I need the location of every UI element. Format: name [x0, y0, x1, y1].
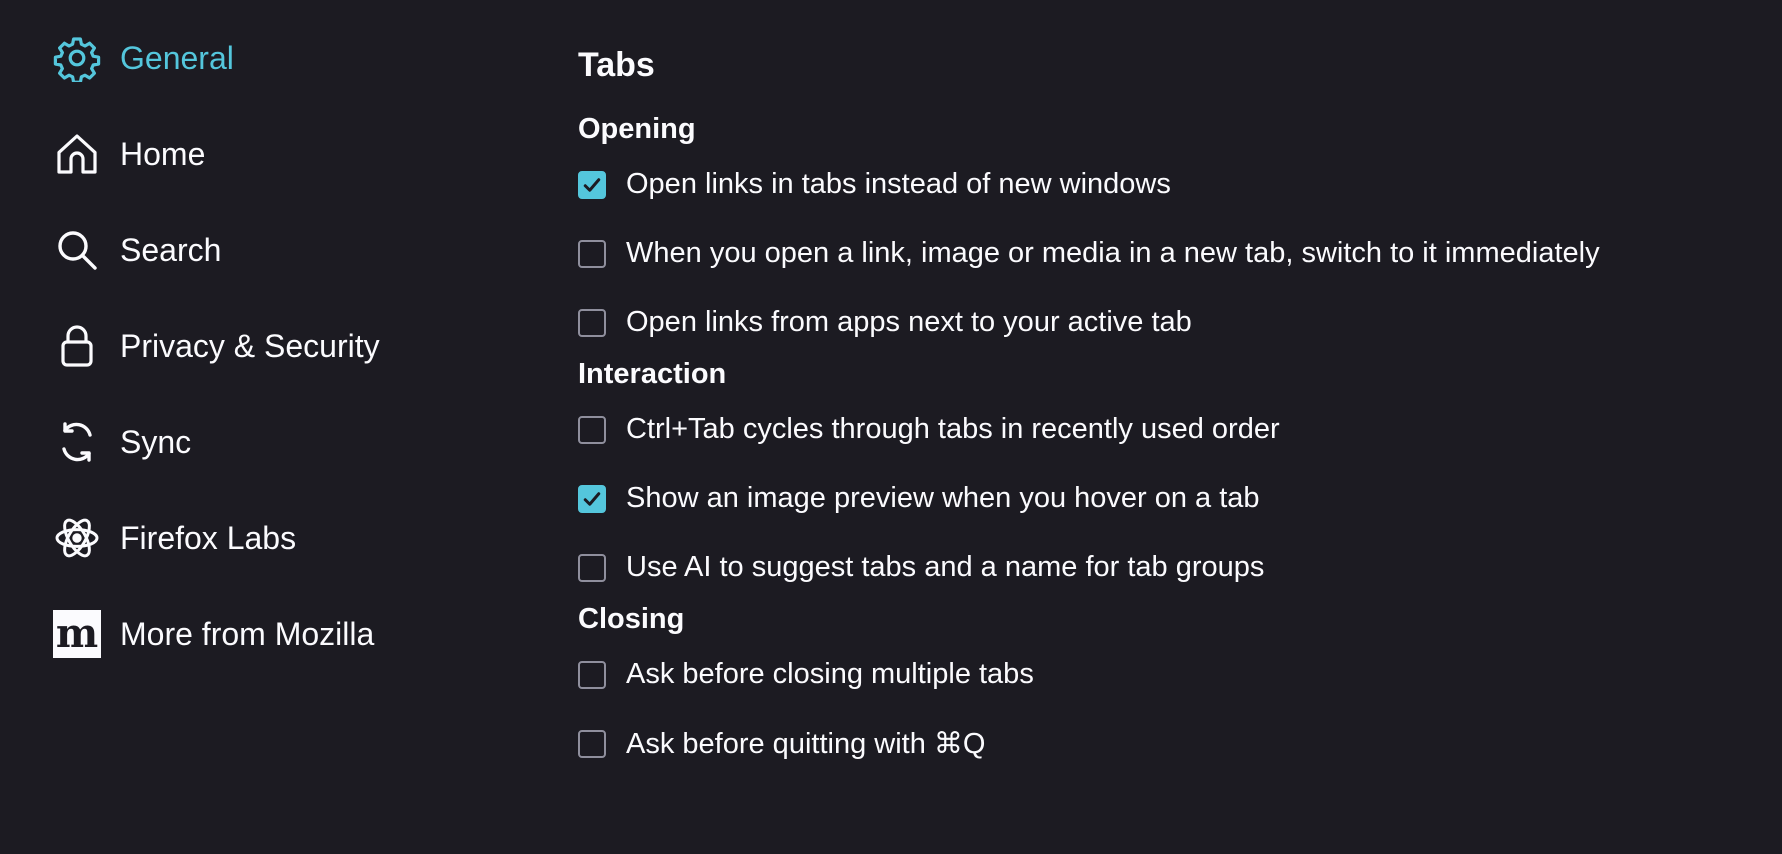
option-ask-closing-multiple-tabs[interactable]: Ask before closing multiple tabs [578, 640, 1738, 709]
section-closing: Closing Ask before closing multiple tabs… [578, 598, 1738, 778]
option-label: Use AI to suggest tabs and a name for ta… [626, 551, 1265, 583]
sidebar-item-label: Search [120, 231, 222, 268]
option-label: Show an image preview when you hover on … [626, 482, 1260, 514]
option-label: Ask before quitting with ⌘Q [626, 728, 986, 760]
checkmark-icon [583, 491, 601, 506]
section-title: Opening [578, 113, 696, 145]
checkbox[interactable] [578, 660, 606, 689]
option-ask-before-quitting[interactable]: Ask before quitting with ⌘Q [578, 709, 1738, 778]
settings-main: Tabs Opening Open links in tabs instead … [578, 40, 1738, 778]
option-label: Ctrl+Tab cycles through tabs in recently… [626, 413, 1280, 445]
checkmark-icon [583, 177, 601, 192]
sidebar: General Home Search Privacy & Security S… [52, 34, 472, 706]
lock-icon [52, 321, 102, 371]
sidebar-item-label: General [120, 39, 234, 76]
option-image-preview-hover[interactable]: Show an image preview when you hover on … [578, 464, 1738, 533]
sidebar-item-firefox-labs[interactable]: Firefox Labs [52, 514, 472, 562]
option-ai-suggest-tabs[interactable]: Use AI to suggest tabs and a name for ta… [578, 533, 1738, 602]
mozilla-logo-icon: m [52, 609, 102, 659]
option-label: Open links from apps next to your active… [626, 306, 1192, 338]
sidebar-item-label: Privacy & Security [120, 327, 380, 364]
sidebar-item-label: Sync [120, 423, 192, 460]
section-interaction: Interaction Ctrl+Tab cycles through tabs… [578, 353, 1738, 602]
checkbox[interactable] [578, 170, 606, 199]
sidebar-item-general[interactable]: General [52, 34, 472, 82]
section-title: Closing [578, 603, 685, 635]
checkbox[interactable] [578, 484, 606, 513]
sidebar-item-label: Home [120, 135, 206, 172]
option-label: Ask before closing multiple tabs [626, 658, 1034, 690]
sidebar-item-sync[interactable]: Sync [52, 418, 472, 466]
section-opening: Opening Open links in tabs instead of ne… [578, 108, 1738, 357]
checkbox[interactable] [578, 308, 606, 337]
gear-icon [52, 33, 102, 83]
option-ctrl-tab-cycles[interactable]: Ctrl+Tab cycles through tabs in recently… [578, 395, 1738, 464]
search-icon [52, 225, 102, 275]
sidebar-item-search[interactable]: Search [52, 226, 472, 274]
option-open-links-in-tabs[interactable]: Open links in tabs instead of new window… [578, 150, 1738, 219]
atom-icon [52, 513, 102, 563]
option-label: When you open a link, image or media in … [626, 237, 1600, 269]
sidebar-item-privacy-security[interactable]: Privacy & Security [52, 322, 472, 370]
sidebar-item-label: More from Mozilla [120, 615, 375, 652]
home-icon [52, 129, 102, 179]
checkbox[interactable] [578, 553, 606, 582]
page-title: Tabs [578, 46, 655, 84]
option-label: Open links in tabs instead of new window… [626, 168, 1171, 200]
sidebar-item-label: Firefox Labs [120, 519, 297, 556]
sidebar-item-home[interactable]: Home [52, 130, 472, 178]
checkbox[interactable] [578, 239, 606, 268]
checkbox[interactable] [578, 415, 606, 444]
mozilla-logo: m [53, 610, 101, 658]
section-title: Interaction [578, 358, 727, 390]
sidebar-item-more-from-mozilla[interactable]: m More from Mozilla [52, 610, 472, 658]
option-open-links-next-to-active[interactable]: Open links from apps next to your active… [578, 288, 1738, 357]
sync-icon [52, 417, 102, 467]
checkbox[interactable] [578, 729, 606, 758]
option-switch-to-new-tab[interactable]: When you open a link, image or media in … [578, 219, 1738, 288]
